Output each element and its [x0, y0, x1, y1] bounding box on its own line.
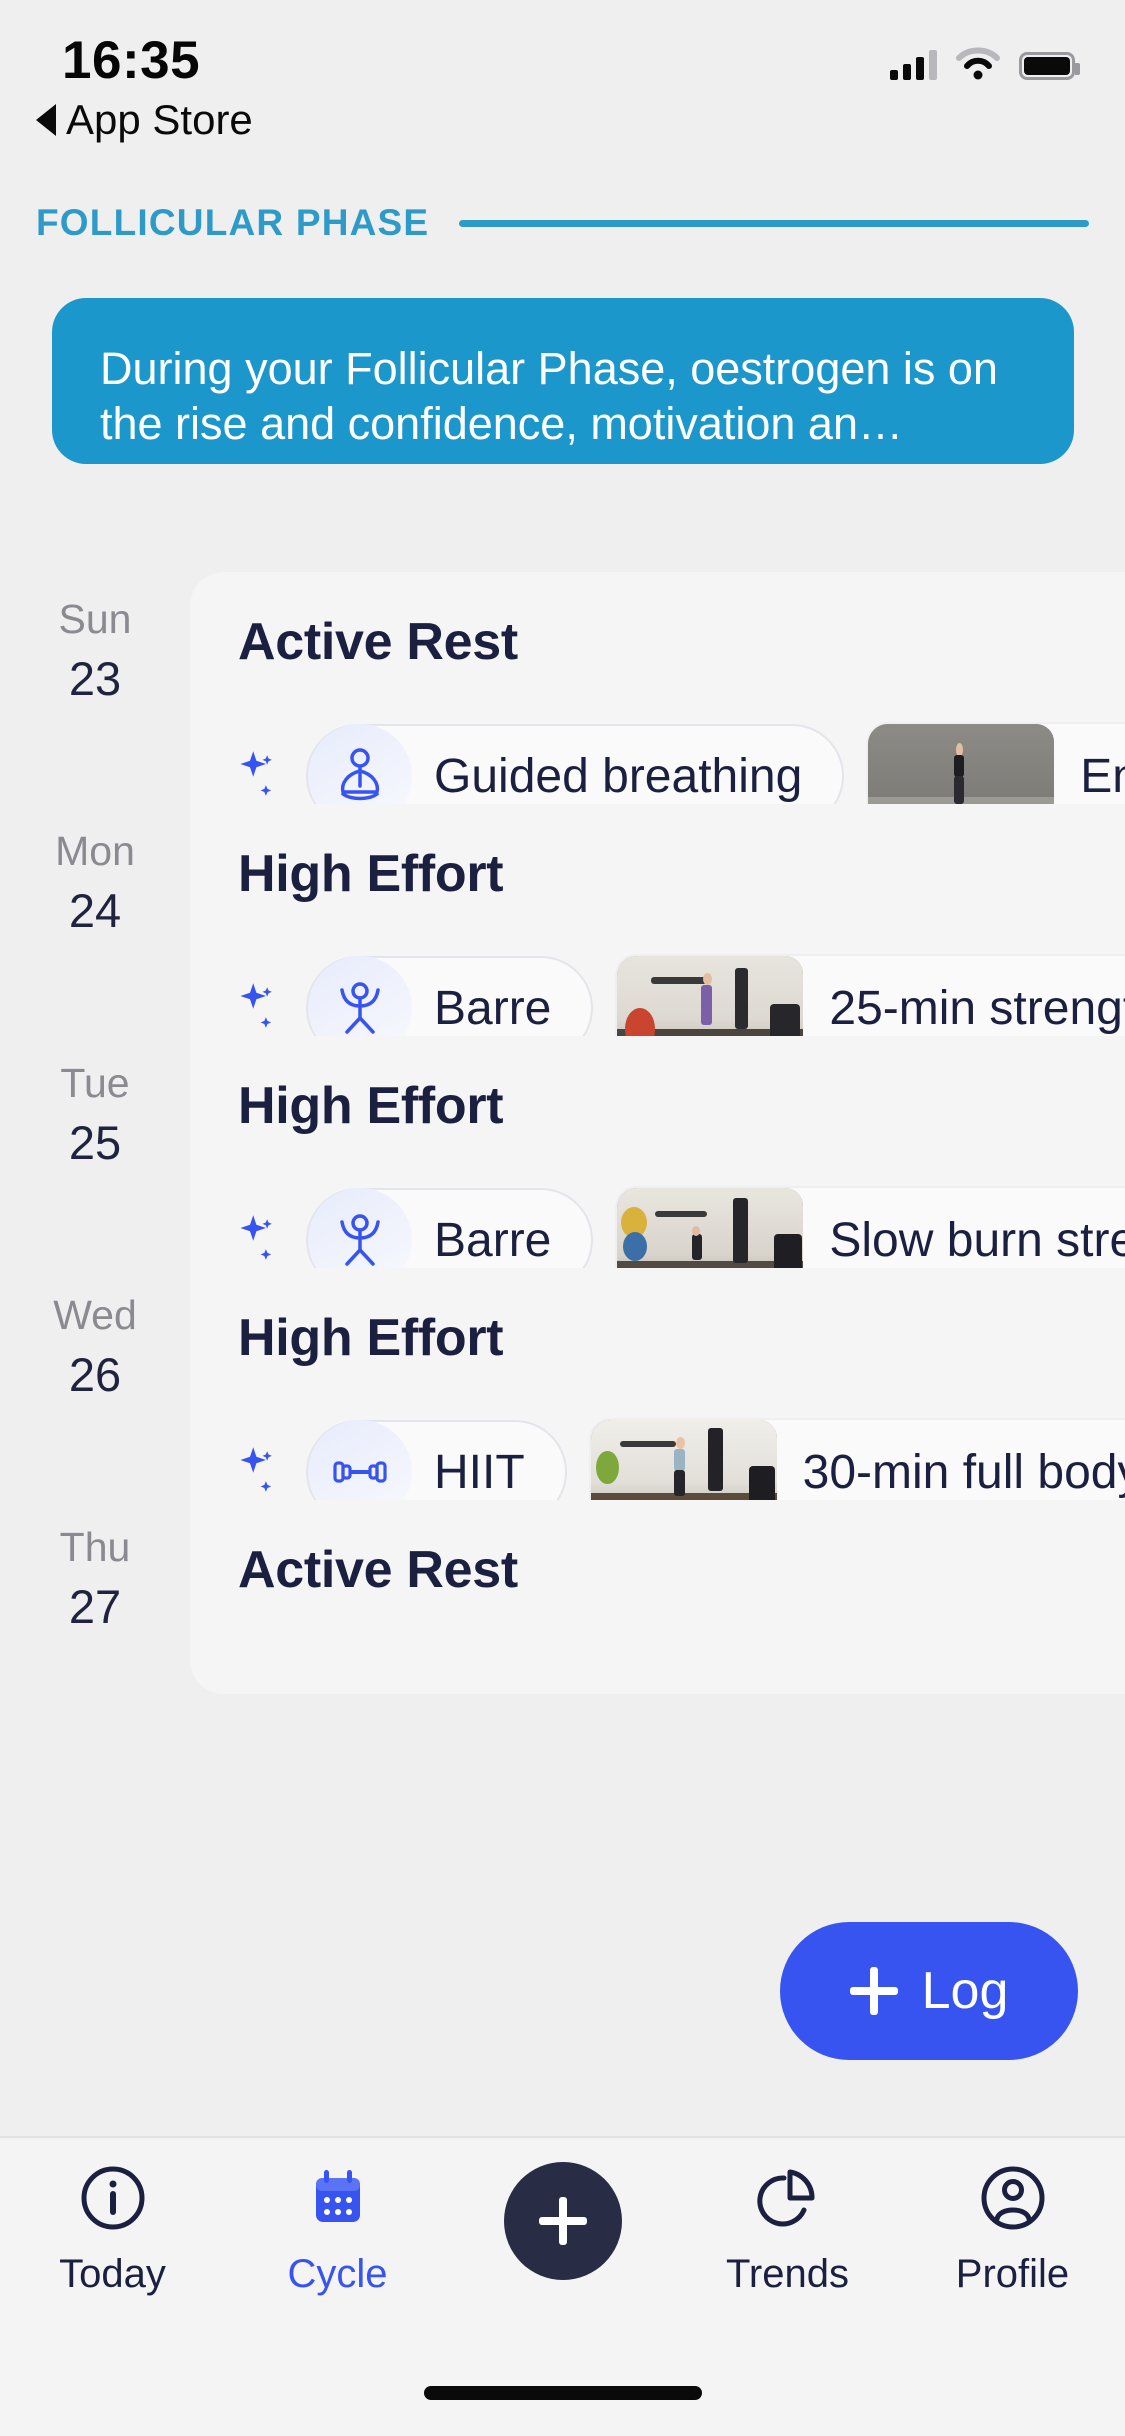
day-number: 24 — [68, 884, 122, 938]
day-row: Thu 27 Active Rest — [0, 1488, 1125, 1694]
phase-info-card[interactable]: During your Follicular Phase, oestrogen … — [52, 298, 1074, 464]
triangle-left-icon — [36, 104, 56, 136]
day-card-title: High Effort — [238, 1309, 504, 1367]
day-date-column: Sun 23 — [0, 560, 190, 711]
tab-profile-label: Profile — [955, 2252, 1070, 2296]
day-card-title: High Effort — [238, 845, 504, 903]
day-card-title: Active Rest — [238, 1541, 518, 1599]
day-card[interactable]: Active Rest — [190, 1500, 1125, 1694]
day-date-column: Thu 27 — [0, 1488, 190, 1639]
phase-title: FOLLICULAR PHASE — [36, 202, 430, 243]
tab-today[interactable]: Today — [0, 2162, 225, 2297]
person-circle-icon — [979, 2162, 1047, 2234]
day-row: Sun 23 Active Rest Guided breathing E — [0, 560, 1125, 866]
plus-circle-icon[interactable] — [503, 2162, 622, 2280]
day-date-column: Wed 26 — [0, 1256, 190, 1407]
phase-divider-line — [459, 219, 1089, 227]
home-indicator — [423, 2386, 702, 2400]
day-row: Mon 24 High Effort Barre 25-min strengt — [0, 792, 1125, 1098]
plus-icon — [849, 1967, 898, 2015]
calendar-icon — [304, 2162, 372, 2234]
tab-profile[interactable]: Profile — [900, 2162, 1125, 2297]
day-number: 27 — [68, 1580, 122, 1634]
phase-header: FOLLICULAR PHASE — [0, 192, 1125, 254]
day-name: Wed — [53, 1292, 137, 1338]
pie-chart-icon — [754, 2162, 822, 2234]
day-number: 23 — [68, 652, 122, 706]
back-link-label: App Store — [66, 96, 253, 143]
battery-full-icon — [1019, 52, 1080, 80]
status-bar-time: 16:35 — [62, 31, 201, 90]
tab-trends[interactable]: Trends — [675, 2162, 900, 2297]
tab-cycle-label: Cycle — [287, 2252, 388, 2296]
phase-info-text: During your Follicular Phase, oestrogen … — [100, 343, 998, 449]
day-name: Tue — [60, 1060, 130, 1106]
info-circle-icon — [79, 2162, 147, 2234]
back-to-app-store-link[interactable]: App Store — [36, 96, 253, 144]
day-name: Thu — [59, 1524, 131, 1570]
day-number: 25 — [68, 1116, 122, 1170]
status-bar-indicators — [890, 40, 1080, 80]
tab-add[interactable] — [450, 2162, 675, 2280]
tab-cycle[interactable]: Cycle — [225, 2162, 450, 2297]
day-number: 26 — [68, 1348, 122, 1402]
day-row: Tue 25 High Effort Barre Slow burn stre — [0, 1024, 1125, 1330]
log-button-label: Log — [921, 1962, 1009, 2020]
wifi-icon — [956, 47, 1000, 80]
day-date-column: Tue 25 — [0, 1024, 190, 1175]
log-button[interactable]: Log — [780, 1922, 1078, 2060]
day-name: Sun — [58, 596, 132, 642]
app-screen: 16:35 App Store FOLLICULAR PHASE During … — [0, 0, 1125, 2436]
day-name: Mon — [55, 828, 135, 874]
cellular-signal-icon — [890, 50, 937, 80]
tab-trends-label: Trends — [725, 2252, 849, 2296]
bottom-navigation-bar: Today Cycle Trends Profile — [0, 2136, 1125, 2436]
day-card-title: High Effort — [238, 1077, 504, 1135]
status-bar: 16:35 App Store — [0, 0, 1125, 150]
day-date-column: Mon 24 — [0, 792, 190, 943]
tab-today-label: Today — [59, 2252, 166, 2296]
day-row: Wed 26 High Effort HIIT 30-min full body — [0, 1256, 1125, 1562]
day-card-title: Active Rest — [238, 613, 518, 671]
